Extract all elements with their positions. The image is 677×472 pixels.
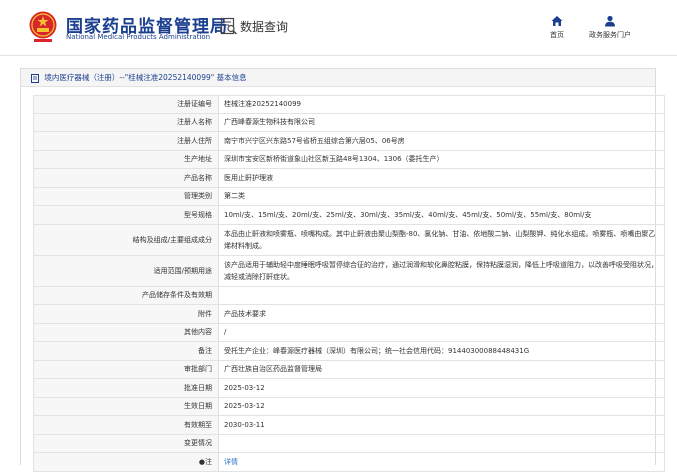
field-row: 批准日期 2025-03-12 <box>33 379 665 398</box>
panel-title: 境内医疗器械（注册）--"桂械注准20252140099" 基本信息 <box>21 69 655 87</box>
nav-home[interactable]: 首页 <box>527 15 587 40</box>
field-label: 审批部门 <box>34 360 219 378</box>
field-row: 注册人住所 南宁市兴宁区兴东路57号省桥五组综合第六层05、06号房 <box>33 132 665 151</box>
field-row: 产品储存条件及有效期 <box>33 286 665 305</box>
field-row: 型号规格 10ml/支、15ml/支、20ml/支、25ml/支、30ml/支、… <box>33 206 665 225</box>
field-row: 生产地址 深圳市宝安区新桥街道象山社区新玉路48号1304、1306（委托生产） <box>33 150 665 169</box>
field-label: 注册证编号 <box>34 96 219 113</box>
field-label: 批准日期 <box>34 379 219 397</box>
field-row: 注册证编号 桂械注准20252140099 <box>33 95 665 114</box>
field-label: 变更情况 <box>34 434 219 452</box>
field-label: 产品名称 <box>34 169 219 187</box>
field-value: 南宁市兴宁区兴东路57号省桥五组综合第六层05、06号房 <box>224 136 405 145</box>
data-query-icon <box>220 17 237 35</box>
field-label: 注册人住所 <box>34 132 219 150</box>
document-icon <box>31 73 39 83</box>
field-value: 2025-03-12 <box>224 402 265 411</box>
detail-link[interactable]: 详情 <box>219 453 664 471</box>
field-label: 生产地址 <box>34 150 219 168</box>
field-row: 附件 产品技术要求 <box>33 305 665 324</box>
field-label: 其他内容 <box>34 323 219 341</box>
field-value: 2030-03-11 <box>224 420 265 429</box>
field-row: 审批部门 广西壮族自治区药品监督管理局 <box>33 360 665 379</box>
field-row: 管理类别 第二类 <box>33 187 665 206</box>
field-value: 第二类 <box>224 192 245 201</box>
field-label: 附件 <box>34 305 219 323</box>
home-icon <box>551 16 563 26</box>
field-value: 本品由止鼾液和喷雾瓶、喷嘴构成。其中止鼾液由聚山梨酯-80、氯化钠、甘油、依地酸… <box>224 229 656 250</box>
detail-panel: 境内医疗器械（注册）--"桂械注准20252140099" 基本信息 注册证编号… <box>20 68 665 472</box>
field-value <box>219 287 664 305</box>
field-label: ●注 <box>34 453 219 471</box>
user-icon <box>605 15 615 27</box>
field-label: 注册人名称 <box>34 113 219 131</box>
field-row: 变更情况 <box>33 434 665 453</box>
field-value: 产品技术要求 <box>224 309 266 318</box>
field-label: 管理类别 <box>34 187 219 205</box>
field-row: 生效日期 2025-03-12 <box>33 397 665 416</box>
field-value: 受托生产企业：峰春源医疗器械（深圳）有限公司；统一社会信用代码：91440300… <box>224 346 530 355</box>
field-label: 型号规格 <box>34 206 219 224</box>
nav-home-label: 首页 <box>550 31 564 39</box>
field-label: 产品储存条件及有效期 <box>34 286 219 304</box>
field-row: ●注 详情 <box>33 453 665 472</box>
field-label: 结构及组成/主要组成成分 <box>34 224 219 255</box>
field-label: 备注 <box>34 342 219 360</box>
field-value <box>219 435 664 453</box>
field-row: 产品名称 医用止鼾护理液 <box>33 169 665 188</box>
field-value: 深圳市宝安区新桥街道象山社区新玉路48号1304、1306（委托生产） <box>224 155 444 164</box>
site-header: 国家药品监督管理局 National Medical Products Admi… <box>0 0 677 56</box>
panel-title-text: 境内医疗器械（注册）--"桂械注准20252140099" 基本信息 <box>44 73 247 82</box>
national-emblem-icon <box>29 11 57 42</box>
data-query-title: 数据查询 <box>240 20 289 34</box>
field-value: 10ml/支、15ml/支、20ml/支、25ml/支、30ml/支、35ml/… <box>224 210 592 219</box>
field-row: 注册人名称 广西峰春源生物科技有限公司 <box>33 113 665 132</box>
nav-service-portal[interactable]: 政务服务门户 <box>580 15 640 40</box>
nav-service-portal-label: 政务服务门户 <box>589 31 631 39</box>
field-value: 医用止鼾护理液 <box>224 173 273 182</box>
field-row: 适用范围/预期用途 该产品适用于辅助轻中度睡眠呼吸暂停综合征的治疗，通过润滑和软… <box>33 255 665 287</box>
detail-table: 注册证编号 桂械注准20252140099 注册人名称 广西峰春源生物科技有限公… <box>33 95 665 472</box>
field-row: 结构及组成/主要组成成分 本品由止鼾液和喷雾瓶、喷嘴构成。其中止鼾液由聚山梨酯-… <box>33 224 665 256</box>
field-value: 2025-03-12 <box>224 383 265 392</box>
field-value: 该产品适用于辅助轻中度睡眠呼吸暂停综合征的治疗，通过润滑和软化鼻腔粘膜，保持粘膜… <box>224 260 658 281</box>
field-label: 有效期至 <box>34 416 219 434</box>
agency-name-en: National Medical Products Administration <box>66 33 211 41</box>
field-row: 备注 受托生产企业：峰春源医疗器械（深圳）有限公司；统一社会信用代码：91440… <box>33 342 665 361</box>
field-row: 有效期至 2030-03-11 <box>33 416 665 435</box>
field-value: 广西壮族自治区药品监督管理局 <box>224 365 322 374</box>
field-value: 广西峰春源生物科技有限公司 <box>224 118 315 127</box>
field-label: 生效日期 <box>34 397 219 415</box>
field-label: 适用范围/预期用途 <box>34 255 219 286</box>
field-row: 其他内容 / <box>33 323 665 342</box>
field-value: / <box>224 328 227 337</box>
field-value: 桂械注准20252140099 <box>224 100 301 109</box>
